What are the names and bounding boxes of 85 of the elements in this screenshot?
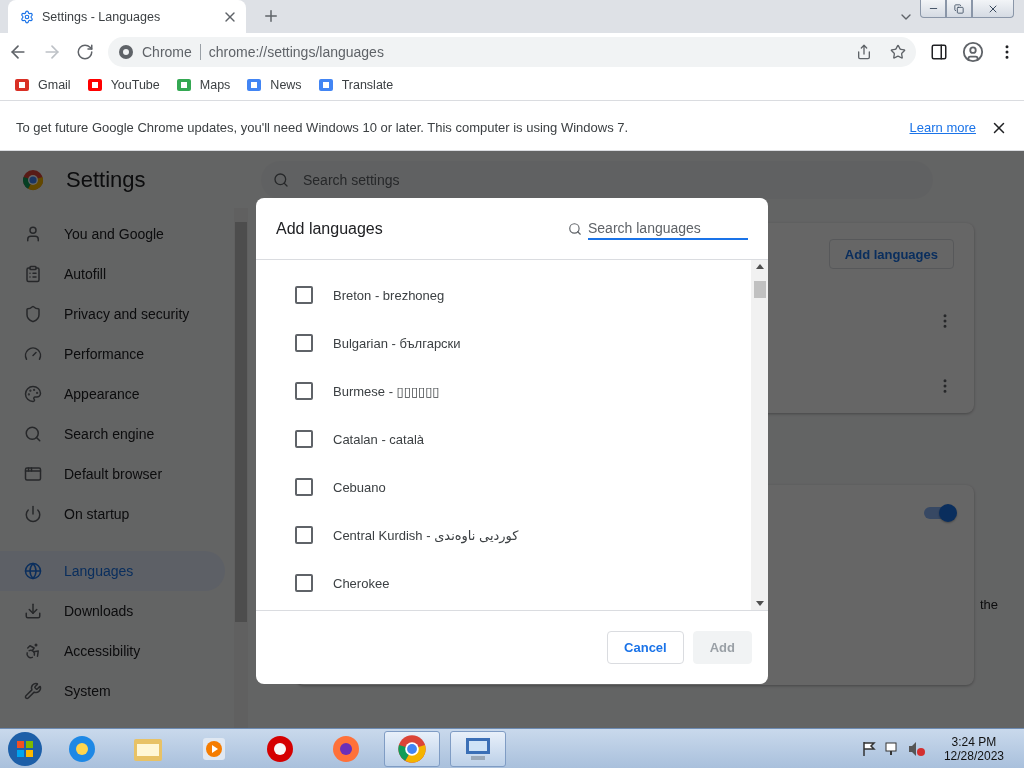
checkbox[interactable]	[295, 430, 313, 448]
bookmark-icon	[317, 78, 334, 92]
nav-icon	[24, 562, 42, 580]
new-tab-icon[interactable]	[262, 7, 280, 25]
bookmark-link[interactable]: Translate	[317, 78, 394, 92]
reload-icon[interactable]	[76, 42, 94, 61]
profile-icon[interactable]	[962, 40, 984, 63]
flag-icon[interactable]	[861, 740, 876, 757]
scrollbar[interactable]	[751, 260, 768, 610]
checkbox[interactable]	[295, 382, 313, 400]
bookmark-link[interactable]: Gmail	[14, 78, 71, 92]
network-icon[interactable]	[883, 740, 900, 757]
settings-icon	[20, 9, 34, 24]
address-bar[interactable]: Chrome chrome://settings/languages	[108, 36, 916, 67]
sidebar-item[interactable]: Default browser	[0, 454, 225, 494]
nav-icon	[24, 505, 42, 523]
language-label: Central Kurdish - کوردیی ناوەندی	[333, 527, 519, 543]
language-label: Cherokee	[333, 575, 390, 591]
bookmark-link[interactable]: Maps	[175, 78, 231, 92]
sidebar-item[interactable]: System	[0, 671, 225, 711]
site-label: Chrome	[142, 43, 201, 60]
clock[interactable]: 3:24 PM 12/28/2023	[933, 734, 1018, 763]
bookmark-icon	[86, 78, 103, 92]
media-player-icon[interactable]	[201, 735, 227, 762]
restore-icon[interactable]	[954, 3, 964, 14]
language-label: Bulgarian - български	[333, 335, 461, 351]
nav-icon	[24, 385, 42, 403]
bookmark-icon	[14, 78, 30, 92]
nav-icon	[24, 345, 42, 363]
sidebar-item[interactable]: You and Google	[0, 214, 225, 254]
nav-icon	[24, 225, 42, 243]
language-label: Breton - brezhoneg	[333, 287, 445, 303]
toggle-switch[interactable]	[924, 507, 954, 519]
nav-icon	[24, 425, 42, 443]
sidebar-item[interactable]: Languages	[0, 551, 225, 591]
page-title: Settings	[66, 166, 147, 193]
share-icon[interactable]	[856, 43, 872, 60]
bookmark-link[interactable]: News	[246, 78, 302, 92]
checkbox[interactable]	[295, 334, 313, 352]
sidebar-item[interactable]: Appearance	[0, 374, 225, 414]
search-icon	[568, 221, 582, 236]
checkbox[interactable]	[295, 286, 313, 304]
language-label: Burmese - ▯▯▯▯▯▯	[333, 383, 440, 399]
nav-icon	[24, 465, 42, 483]
chrome-icon	[118, 43, 134, 60]
sidebar-item[interactable]: On startup	[0, 494, 225, 534]
browser-icon[interactable]	[67, 733, 97, 764]
bookmark-star-icon[interactable]	[890, 43, 906, 60]
update-message: To get future Google Chrome updates, you'll need Windows 10 or later. This computer is using Windows 7.	[16, 120, 630, 135]
sidebar-item[interactable]: Performance	[0, 334, 225, 374]
sidebar-item[interactable]: Privacy and security	[0, 294, 225, 334]
cancel-button[interactable]: Cancel	[607, 631, 684, 664]
sidebar-item[interactable]: Autofill	[0, 254, 225, 294]
nav-icon	[24, 682, 42, 700]
bookmark-icon	[246, 78, 263, 92]
description-text: the	[979, 597, 998, 612]
scrollbar[interactable]	[234, 208, 248, 728]
sidebar-item[interactable]: Downloads	[0, 591, 225, 631]
search-icon	[273, 171, 289, 188]
chrome-icon[interactable]	[397, 733, 427, 764]
add-languages-button[interactable]: Add languages	[828, 239, 954, 269]
start-button[interactable]	[6, 729, 44, 768]
side-panel-icon[interactable]	[930, 42, 948, 61]
bookmark-icon	[175, 78, 192, 92]
language-label: Cebuano	[333, 479, 386, 495]
checkbox[interactable]	[295, 574, 313, 592]
browser-icon[interactable]	[265, 733, 295, 764]
checkbox[interactable]	[295, 478, 313, 496]
muted-speaker-icon[interactable]	[907, 740, 926, 757]
learn-more-link[interactable]: Learn more	[909, 120, 976, 135]
browser-tab[interactable]: Settings - Languages	[8, 0, 246, 33]
bookmark-link[interactable]: YouTube	[86, 78, 160, 92]
nav-icon	[24, 642, 42, 660]
chrome-logo	[22, 168, 44, 191]
checkbox[interactable]	[295, 526, 313, 544]
nav-icon	[24, 305, 42, 323]
language-label: Catalan - català	[333, 431, 425, 447]
sidebar-item[interactable]: Accessibility	[0, 631, 225, 671]
nav-icon	[24, 265, 42, 283]
url-text: chrome://settings/languages	[208, 43, 384, 60]
nav-icon	[24, 602, 42, 620]
tab-title: Settings - Languages	[42, 9, 162, 24]
browser-icon[interactable]	[331, 733, 361, 764]
dialog-title: Add languages	[276, 219, 384, 238]
sidebar-item[interactable]: Search engine	[0, 414, 225, 454]
